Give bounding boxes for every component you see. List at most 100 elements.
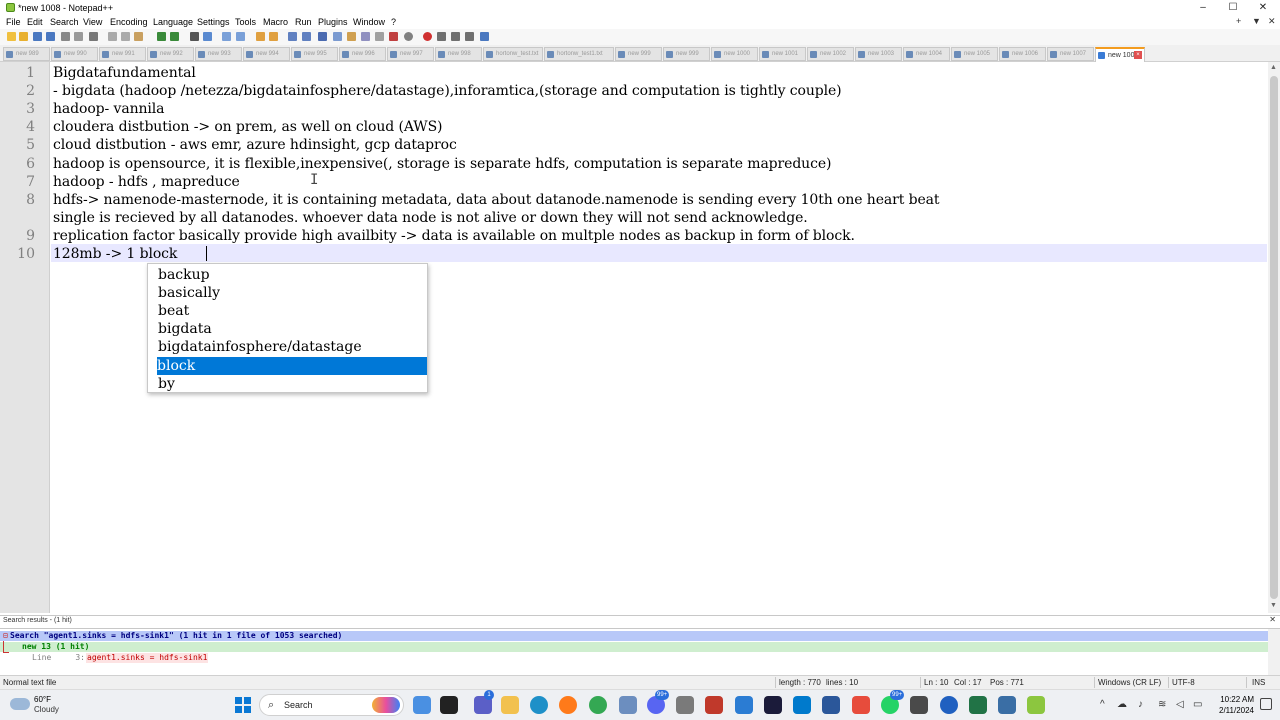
- code-line[interactable]: hdfs-> namenode-masternode, it is contai…: [53, 191, 940, 209]
- macro-icon[interactable]: [404, 32, 413, 41]
- zoom-in-icon[interactable]: [222, 32, 231, 41]
- show-all-chars-icon[interactable]: [302, 32, 311, 41]
- weather-temperature[interactable]: 60°F: [34, 695, 51, 704]
- code-line[interactable]: cloud distbution - aws emr, azure hdinsi…: [53, 136, 457, 154]
- monitoring-icon[interactable]: [389, 32, 398, 41]
- tab-new-999[interactable]: new 999: [663, 47, 710, 61]
- search-results-file[interactable]: new 13 (1 hit): [0, 642, 1268, 652]
- indent-guide-icon[interactable]: [318, 32, 327, 41]
- scroll-up-icon[interactable]: ▲: [1270, 64, 1277, 71]
- tab-new-996[interactable]: new 996: [339, 47, 386, 61]
- menu-window[interactable]: Window: [353, 17, 385, 27]
- tab-new-1001[interactable]: new 1001: [759, 47, 806, 61]
- scrollbar-thumb[interactable]: [1270, 76, 1278, 599]
- notepad-plus-plus-icon[interactable]: [1027, 696, 1045, 714]
- tab-hortonw-test-txt[interactable]: hortonw_test.txt: [483, 47, 543, 61]
- virtualbox-icon[interactable]: [998, 696, 1016, 714]
- taskbar-search[interactable]: ⌕ Search: [259, 694, 404, 716]
- search-results-panel[interactable]: Search "agent1.sinks = hdfs-sink1" (1 hi…: [0, 628, 1280, 675]
- search-results-header[interactable]: Search "agent1.sinks = hdfs-sink1" (1 hi…: [0, 631, 1268, 641]
- sync-horizontal-icon[interactable]: [269, 32, 278, 41]
- tab-new-1004[interactable]: new 1004: [903, 47, 950, 61]
- scroll-down-icon[interactable]: ▼: [1270, 602, 1277, 609]
- doc-map-icon[interactable]: [347, 32, 356, 41]
- code-line[interactable]: cloudera distbution -> on prem, as well …: [53, 118, 443, 136]
- tab-new-1002[interactable]: new 1002: [807, 47, 854, 61]
- terminal-icon[interactable]: [440, 696, 458, 714]
- code-line[interactable]: Bigdatafundamental: [53, 64, 196, 82]
- minimize-button[interactable]: –: [1188, 1, 1218, 15]
- tab-new-1000[interactable]: new 1000: [711, 47, 758, 61]
- app-icon[interactable]: [619, 696, 637, 714]
- clock[interactable]: 10:22 AM 2/11/2024: [1208, 694, 1254, 716]
- udl-icon[interactable]: [333, 32, 342, 41]
- code-line[interactable]: replication factor basically provide hig…: [53, 227, 855, 245]
- vertical-scrollbar[interactable]: ▲ ▼: [1268, 62, 1280, 613]
- menu-plugins[interactable]: Plugins: [318, 17, 348, 27]
- autocomplete-popup[interactable]: backup basically beat bigdata bigdatainfosph…: [147, 263, 428, 393]
- autocomplete-item[interactable]: basically: [158, 284, 428, 302]
- menu-macro[interactable]: Macro: [263, 17, 288, 27]
- tab-new-1007[interactable]: new 1007: [1047, 47, 1094, 61]
- folder-workspace-icon[interactable]: [375, 32, 384, 41]
- tab-new-989[interactable]: new 989: [3, 47, 50, 61]
- search-results-match[interactable]: agent1.sinks = hdfs-sink1: [86, 653, 209, 663]
- code-line[interactable]: single is recieved by all datanodes. who…: [53, 209, 808, 227]
- code-line[interactable]: - bigdata (hadoop /netezza/bigdatainfosp…: [53, 82, 842, 100]
- menu-settings[interactable]: Settings: [197, 17, 230, 27]
- new-file-icon[interactable]: [7, 32, 16, 41]
- save-macro-icon[interactable]: [480, 32, 489, 41]
- record-macro-icon[interactable]: [423, 32, 432, 41]
- menu-search[interactable]: Search: [50, 17, 79, 27]
- close-button[interactable]: ✕: [1248, 1, 1278, 15]
- autocomplete-item[interactable]: block: [157, 356, 427, 375]
- search-results-line-label[interactable]: Line 3:: [32, 653, 90, 663]
- tab-new-992[interactable]: new 992: [147, 47, 194, 61]
- app-icon[interactable]: [735, 696, 753, 714]
- edge-icon[interactable]: [530, 696, 548, 714]
- tab-close-icon[interactable]: ×: [1134, 51, 1142, 59]
- tab-new-1006[interactable]: new 1006: [999, 47, 1046, 61]
- code-line[interactable]: hadoop- vannila: [53, 100, 165, 118]
- autocomplete-item[interactable]: beat: [158, 302, 428, 320]
- volume-icon[interactable]: ◁: [1176, 699, 1184, 710]
- tab-new-995[interactable]: new 995: [291, 47, 338, 61]
- save-all-icon[interactable]: [46, 32, 55, 41]
- copilot-icon[interactable]: [372, 697, 400, 713]
- save-icon[interactable]: [33, 32, 42, 41]
- tab-new-997[interactable]: new 997: [387, 47, 434, 61]
- excel-icon[interactable]: [969, 696, 987, 714]
- cloud-icon[interactable]: [10, 698, 30, 710]
- menu-file[interactable]: File: [6, 17, 21, 27]
- copy-icon[interactable]: [121, 32, 130, 41]
- tab-new-998[interactable]: new 998: [435, 47, 482, 61]
- windows-start-icon[interactable]: [235, 697, 251, 713]
- undo-icon[interactable]: [157, 32, 166, 41]
- tab-new-1005[interactable]: new 1005: [951, 47, 998, 61]
- maximize-button[interactable]: ☐: [1218, 1, 1248, 15]
- new-tab-button[interactable]: +: [1236, 16, 1241, 26]
- firefox-icon[interactable]: [559, 696, 577, 714]
- close-all-icon[interactable]: [74, 32, 83, 41]
- task-view-icon[interactable]: [413, 696, 431, 714]
- word-icon[interactable]: [822, 696, 840, 714]
- autocomplete-item[interactable]: backup: [158, 266, 428, 284]
- tab-hortonw-test1-txt[interactable]: hortonw_test1.txt: [544, 47, 614, 61]
- autocomplete-item[interactable]: by: [158, 375, 428, 393]
- file-explorer-icon[interactable]: [501, 696, 519, 714]
- menu-help[interactable]: ?: [391, 17, 396, 27]
- intellij-icon[interactable]: [764, 696, 782, 714]
- vscode-icon[interactable]: [793, 696, 811, 714]
- sync-vertical-icon[interactable]: [256, 32, 265, 41]
- redo-icon[interactable]: [170, 32, 179, 41]
- app-icon[interactable]: [676, 696, 694, 714]
- menu-tools[interactable]: Tools: [235, 17, 256, 27]
- autocomplete-item[interactable]: bigdata: [158, 320, 428, 338]
- run-macro-multiple-icon[interactable]: [465, 32, 474, 41]
- menu-view[interactable]: View: [83, 17, 102, 27]
- menu-language[interactable]: Language: [153, 17, 193, 27]
- snipping-tool-icon[interactable]: [705, 696, 723, 714]
- chevron-up-icon[interactable]: ^: [1100, 699, 1105, 710]
- menu-encoding[interactable]: Encoding: [110, 17, 148, 27]
- function-list-icon[interactable]: [361, 32, 370, 41]
